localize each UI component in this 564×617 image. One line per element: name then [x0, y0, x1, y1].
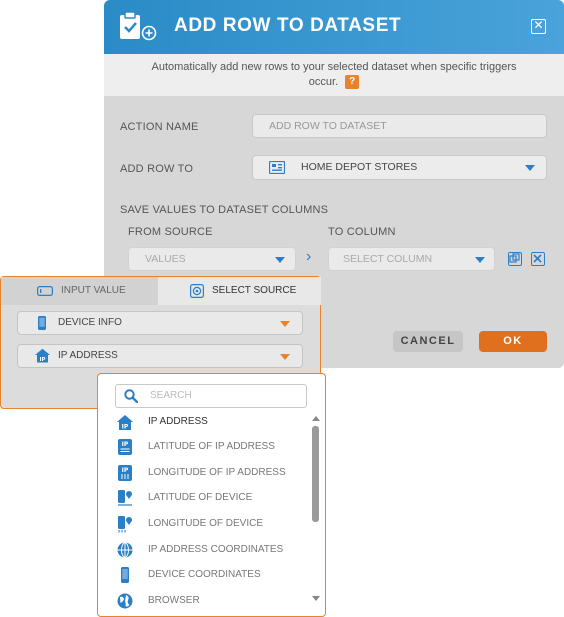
action-name-input[interactable]: ADD ROW TO DATASET [252, 114, 547, 138]
chevron-down-icon [280, 354, 290, 360]
arrow-right-icon: › [306, 248, 312, 265]
search-icon [124, 389, 138, 403]
ok-button[interactable]: OK [479, 331, 547, 352]
list-item-label: LONGITUDE OF DEVICE [148, 518, 264, 529]
remove-icon[interactable] [531, 252, 545, 266]
chevron-down-icon [280, 321, 290, 327]
globe-grid-icon [117, 542, 133, 558]
action-name-label: ACTION NAME [120, 121, 199, 133]
add-row-to-label: ADD ROW TO [120, 163, 194, 175]
scrollbar-thumb[interactable] [312, 426, 319, 522]
input-value-icon [37, 286, 53, 296]
scroll-down-icon[interactable] [312, 596, 320, 601]
list-item[interactable]: IP IP ADDRESS [116, 412, 306, 434]
dialog-header: ADD ROW TO DATASET ✕ [104, 0, 564, 54]
ip-latitude-icon: IP [118, 439, 132, 455]
description-line-1: Automatically add new rows to your selec… [151, 61, 517, 73]
list-item[interactable]: LATITUDE OF DEVICE [116, 488, 306, 510]
svg-text:IP: IP [122, 441, 129, 448]
list-item-label: IP ADDRESS COORDINATES [148, 544, 284, 555]
tab-input-value-label: INPUT VALUE [61, 285, 126, 296]
svg-text:IP: IP [122, 467, 129, 474]
list-item-label: LONGITUDE OF IP ADDRESS [148, 467, 286, 478]
dataset-select[interactable]: HOME DEPOT STORES [252, 155, 547, 180]
description-line-2: occur. [308, 76, 339, 88]
dialog-title: ADD ROW TO DATASET [174, 15, 402, 36]
scroll-up-icon[interactable] [312, 416, 320, 421]
svg-text:IP: IP [122, 424, 129, 431]
phone-icon [38, 316, 46, 330]
globe-icon [117, 593, 133, 609]
from-source-select[interactable]: VALUES [128, 247, 296, 271]
source-field-select[interactable]: IP IP ADDRESS [17, 344, 303, 368]
ip-house-icon: IP [35, 348, 50, 363]
close-icon[interactable]: ✕ [531, 19, 546, 34]
select-source-icon [190, 284, 204, 298]
device-latitude-icon [118, 490, 132, 506]
list-item-label: DEVICE COORDINATES [148, 569, 261, 580]
source-type-select[interactable]: DEVICE INFO [17, 311, 303, 335]
list-item[interactable]: DEVICE COORDINATES [116, 565, 306, 587]
ip-longitude-icon: IP [118, 465, 132, 481]
clipboard-add-icon [120, 11, 157, 41]
chevron-down-icon [275, 257, 285, 263]
help-icon[interactable]: ? [345, 75, 360, 90]
list-item-label: IP ADDRESS [148, 416, 208, 427]
list-item-label: LATITUDE OF DEVICE [148, 492, 253, 503]
dialog-description: Automatically add new rows to your selec… [104, 54, 564, 96]
list-item-label: LATITUDE OF IP ADDRESS [148, 441, 275, 452]
from-source-value: VALUES [145, 253, 186, 265]
list-item[interactable]: LONGITUDE OF DEVICE [116, 514, 306, 536]
list-item-label: BROWSER [148, 595, 200, 606]
list-item[interactable]: BROWSER [116, 591, 306, 613]
to-column-select[interactable]: SELECT COLUMN [328, 247, 495, 271]
source-field-value: IP ADDRESS [58, 350, 118, 361]
list-item[interactable]: IP ADDRESS COORDINATES [116, 540, 306, 562]
source-type-value: DEVICE INFO [58, 317, 122, 328]
cancel-button[interactable]: CANCEL [393, 331, 463, 352]
save-values-label: SAVE VALUES TO DATASET COLUMNS [120, 204, 329, 216]
dataset-select-value: HOME DEPOT STORES [301, 161, 418, 173]
tab-select-source-label: SELECT SOURCE [212, 285, 297, 296]
ip-house-icon: IP [117, 415, 133, 431]
action-name-placeholder: ADD ROW TO DATASET [269, 120, 387, 132]
list-item[interactable]: IP LATITUDE OF IP ADDRESS [116, 437, 306, 459]
copy-icon[interactable] [508, 252, 522, 266]
svg-text:IP: IP [39, 357, 45, 363]
tab-input-value[interactable]: INPUT VALUE [1, 277, 158, 305]
chevron-down-icon [475, 257, 485, 263]
dataset-icon [269, 161, 285, 174]
to-column-placeholder: SELECT COLUMN [343, 253, 433, 265]
tab-select-source[interactable]: SELECT SOURCE [158, 277, 321, 305]
device-longitude-icon [118, 516, 132, 533]
from-source-label: FROM SOURCE [128, 226, 213, 238]
chevron-down-icon [525, 165, 535, 171]
to-column-label: TO COLUMN [328, 226, 396, 238]
list-item[interactable]: IP LONGITUDE OF IP ADDRESS [116, 463, 306, 485]
search-input[interactable]: SEARCH [115, 384, 307, 408]
source-field-dropdown: SEARCH IP IP ADDRESS IP LATITUDE OF IP A… [97, 373, 326, 617]
phone-icon [121, 567, 129, 583]
search-placeholder: SEARCH [150, 390, 192, 401]
